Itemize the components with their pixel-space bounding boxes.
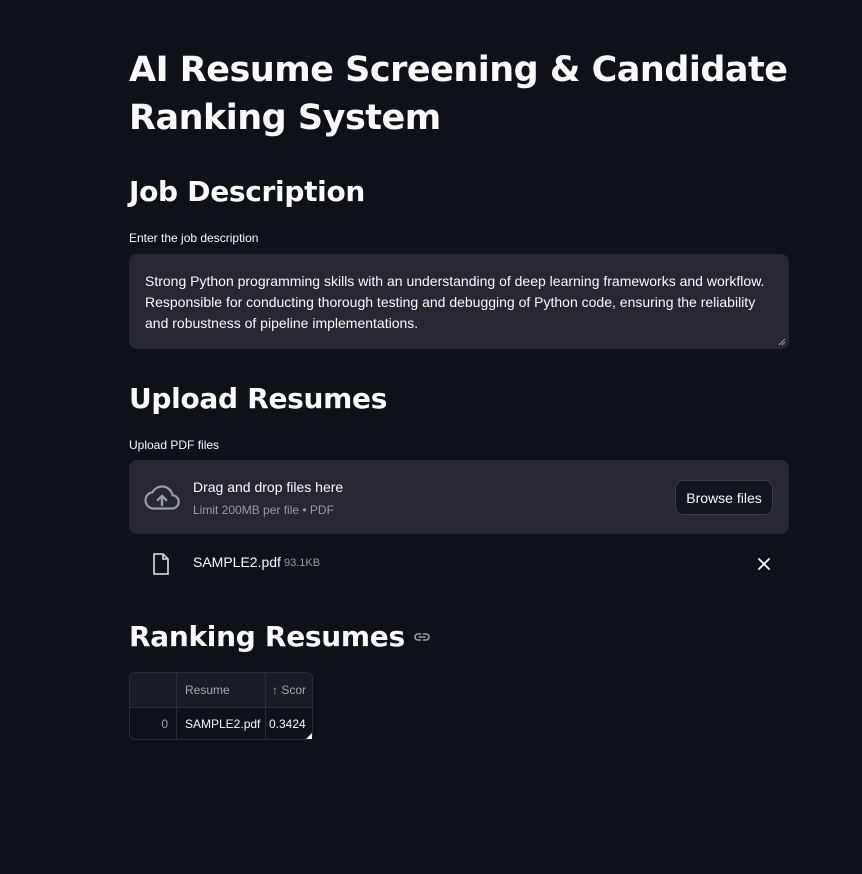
close-icon[interactable] xyxy=(755,555,773,573)
uploaded-file-name: SAMPLE2.pdf xyxy=(193,554,281,570)
ranking-table[interactable]: Resume ↑ Scor 0 SAMPLE2.pdf 0.3424 xyxy=(129,672,313,740)
header-index xyxy=(130,673,177,707)
dropzone-limit: Limit 200MB per file • PDF xyxy=(193,503,334,517)
uploaded-file-size: 93.1KB xyxy=(284,557,321,569)
row-index-cell: 0 xyxy=(130,707,177,739)
file-icon xyxy=(153,553,169,575)
job-description-textarea[interactable]: Strong Python programming skills with an… xyxy=(129,254,789,349)
job-description-heading: Job Description xyxy=(129,175,366,208)
uploaded-file-row: SAMPLE2.pdf 93.1KB xyxy=(129,548,789,582)
upload-resumes-heading: Upload Resumes xyxy=(129,382,388,415)
upload-label: Upload PDF files xyxy=(129,438,220,452)
job-description-label: Enter the job description xyxy=(129,231,259,245)
job-description-text: Strong Python programming skills with an… xyxy=(145,273,765,331)
table-header: Resume ↑ Scor xyxy=(130,673,312,708)
header-score[interactable]: ↑ Scor xyxy=(266,673,312,707)
page-title: AI Resume Screening & Candidate Ranking … xyxy=(129,50,788,138)
ranking-resumes-heading: Ranking Resumes xyxy=(129,619,431,655)
link-icon[interactable] xyxy=(413,628,431,646)
dropzone-title: Drag and drop files here xyxy=(193,479,344,495)
cloud-upload-icon xyxy=(144,485,180,510)
row-resume-cell[interactable]: SAMPLE2.pdf xyxy=(177,707,266,739)
resize-handle-icon[interactable] xyxy=(778,338,786,346)
table-resize-handle[interactable] xyxy=(306,733,312,739)
table-row[interactable]: 0 SAMPLE2.pdf 0.3424 xyxy=(130,707,312,739)
ranking-resumes-heading-text: Ranking Resumes xyxy=(129,620,405,653)
file-dropzone[interactable]: Drag and drop files here Limit 200MB per… xyxy=(129,460,789,534)
header-resume[interactable]: Resume xyxy=(177,673,266,707)
browse-files-button[interactable]: Browse files xyxy=(675,480,773,515)
